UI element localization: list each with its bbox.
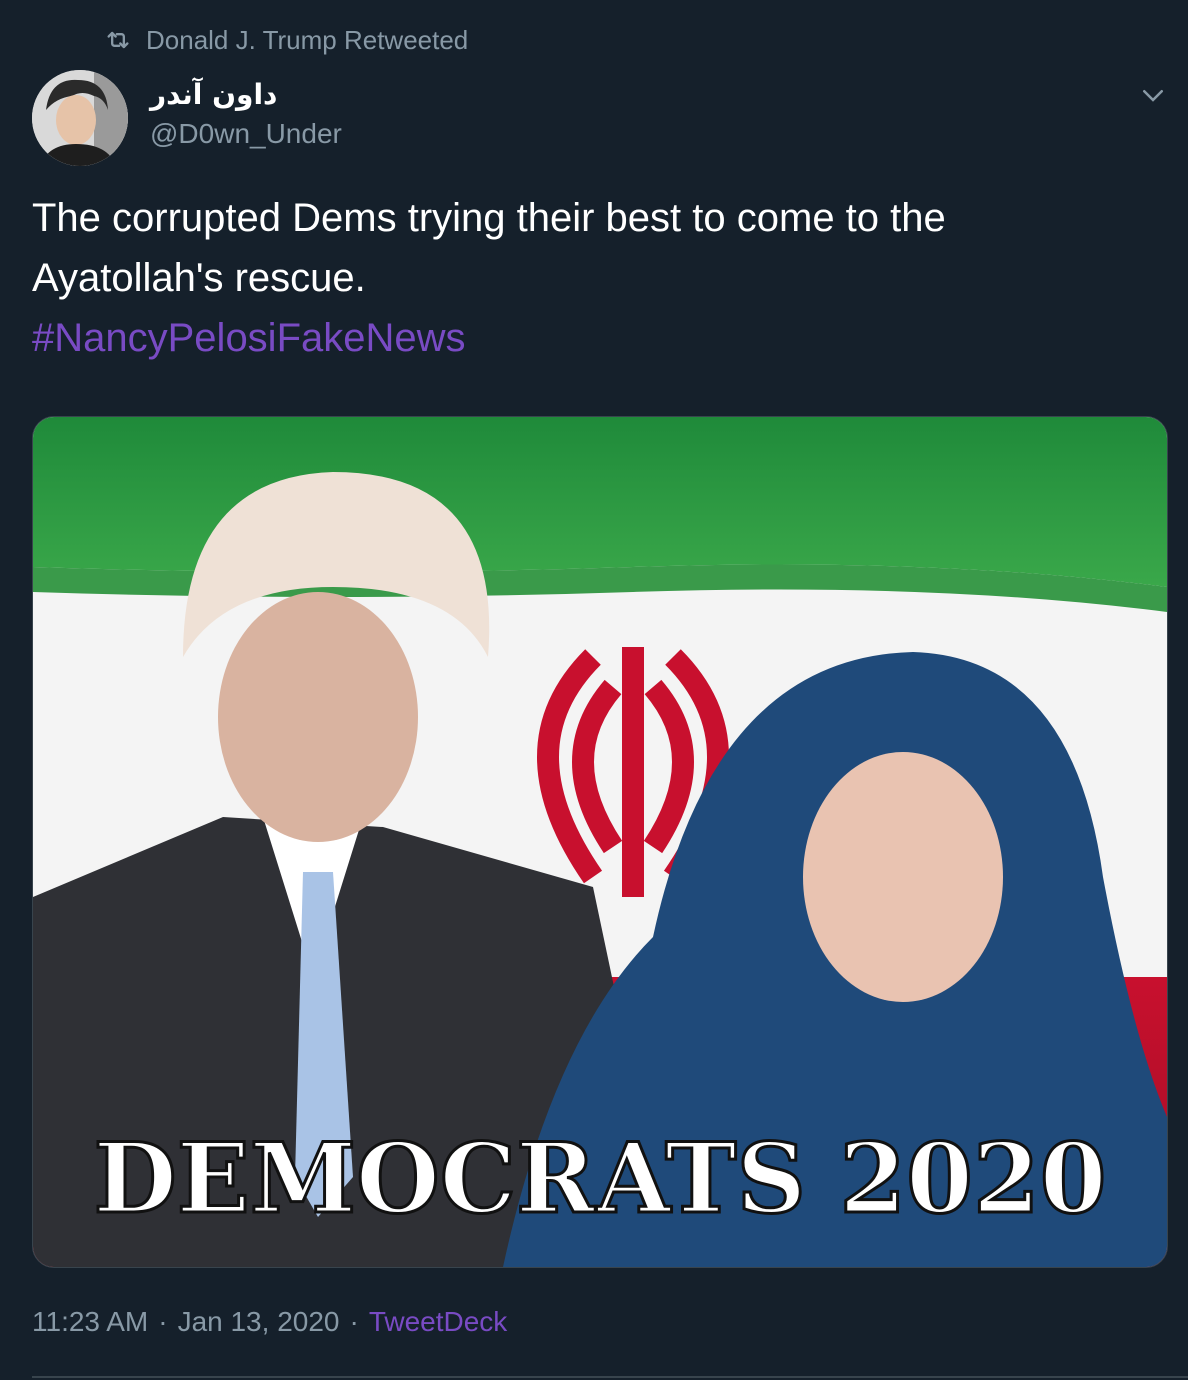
- author-handle[interactable]: @D0wn_Under: [150, 118, 342, 150]
- retweet-context[interactable]: Donald J. Trump Retweeted: [104, 22, 468, 58]
- avatar[interactable]: [32, 70, 128, 166]
- meta-separator: ·: [158, 1306, 168, 1337]
- tweet-metadata: 11:23 AM · Jan 13, 2020 · TweetDeck: [32, 1306, 507, 1338]
- divider: [32, 1376, 1188, 1378]
- chevron-down-icon[interactable]: [1138, 80, 1168, 110]
- hashtag-link[interactable]: #NancyPelosiFakeNews: [32, 308, 1142, 368]
- retweet-icon: [107, 31, 129, 49]
- tweet-text: The corrupted Dems trying their best to …: [32, 196, 946, 300]
- tweet-media-image[interactable]: DEMOCRATS 2020: [32, 416, 1168, 1268]
- retweet-label: Donald J. Trump Retweeted: [146, 24, 469, 55]
- tweet-body: The corrupted Dems trying their best to …: [32, 188, 1142, 368]
- tweet-date[interactable]: Jan 13, 2020: [178, 1306, 340, 1338]
- media-caption: DEMOCRATS 2020: [93, 1122, 1106, 1235]
- meta-separator: ·: [349, 1306, 359, 1337]
- tweet-source-link[interactable]: TweetDeck: [369, 1306, 508, 1338]
- author-display-name[interactable]: داون آندر: [150, 78, 277, 111]
- tweet-time[interactable]: 11:23 AM: [32, 1306, 148, 1338]
